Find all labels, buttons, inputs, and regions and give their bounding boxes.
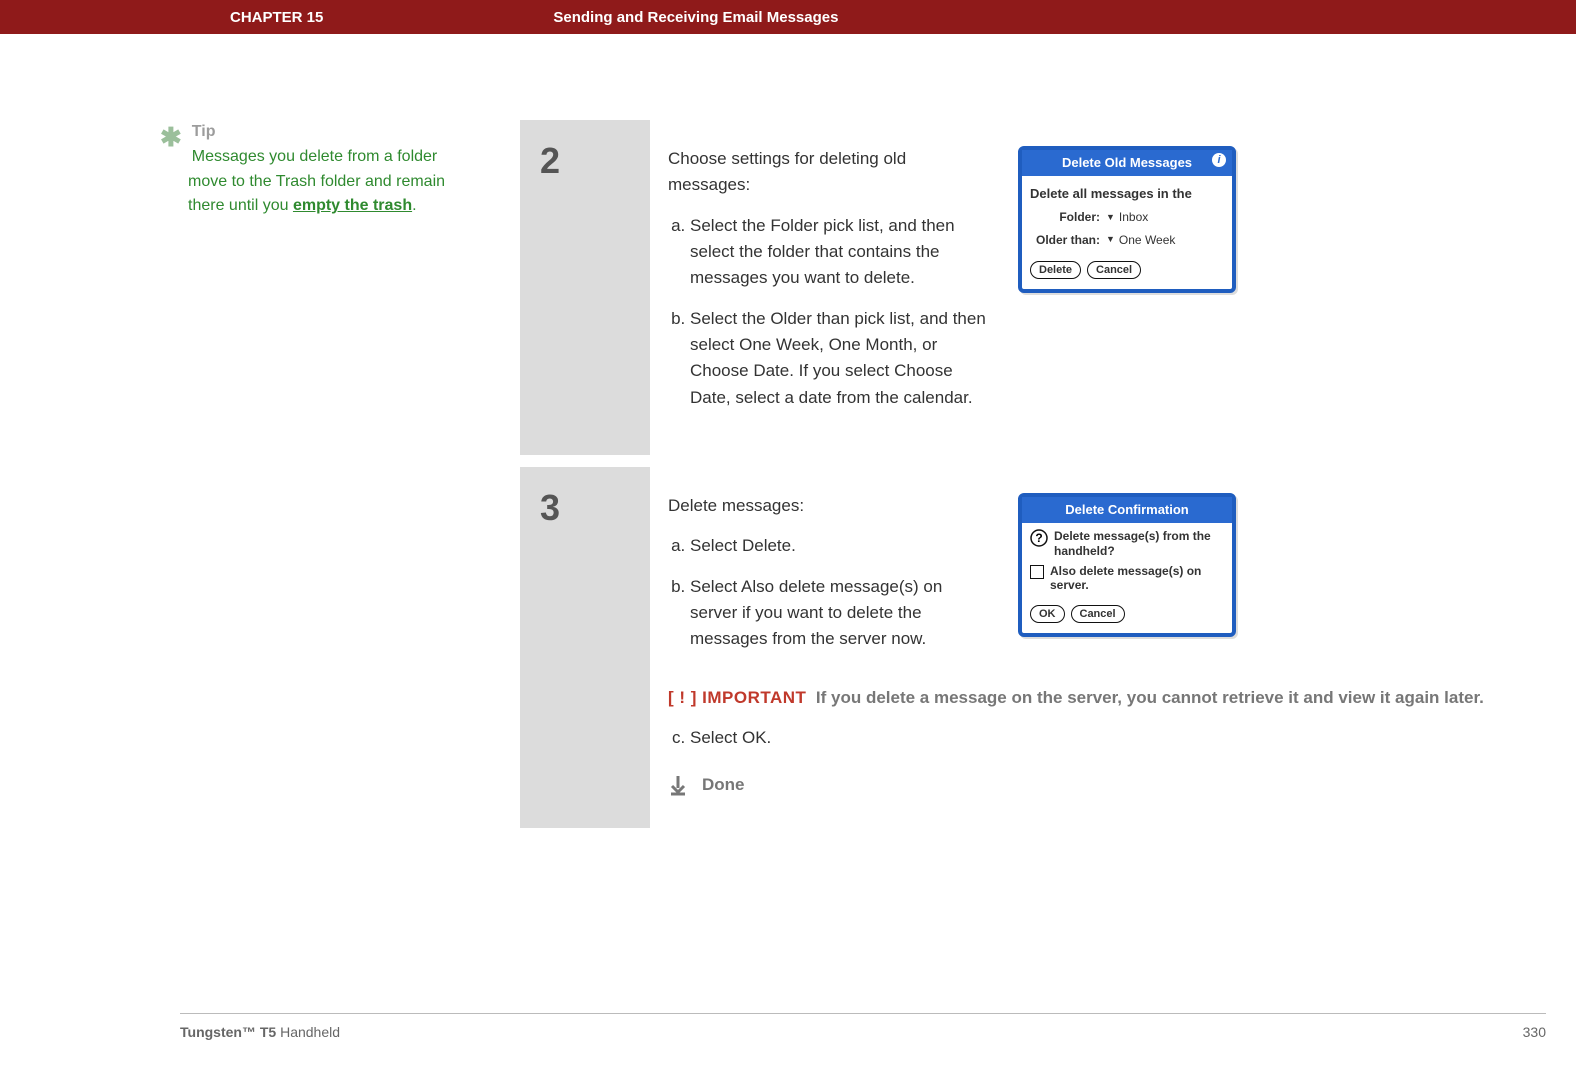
folder-label: Folder:	[1030, 208, 1100, 227]
page-number: 330	[1523, 1024, 1546, 1040]
info-icon[interactable]: i	[1212, 153, 1226, 167]
step3-item-a: Select Delete.	[690, 533, 988, 559]
step3-item-b: Select Also delete message(s) on server …	[690, 574, 988, 653]
also-delete-server-checkbox[interactable]	[1030, 565, 1044, 579]
product-name: Tungsten™ T5 Handheld	[180, 1024, 340, 1040]
tip-body-post: .	[412, 197, 416, 214]
dialog1-title-text: Delete Old Messages	[1062, 155, 1192, 170]
step-number-3: 3	[520, 467, 650, 828]
svg-text:?: ?	[1035, 531, 1042, 545]
page-title: Sending and Receiving Email Messages	[323, 9, 838, 26]
step3-lead: Delete messages:	[668, 493, 988, 519]
tip-sidebar: ✱ Tip Messages you delete from a folder …	[160, 120, 460, 828]
asterisk-icon: ✱	[160, 117, 182, 157]
question-icon: ?	[1030, 529, 1048, 553]
page-header: CHAPTER 15 Sending and Receiving Email M…	[0, 0, 1576, 34]
step2-lead: Choose settings for deleting old message…	[668, 146, 988, 199]
important-label: [ ! ] IMPORTANT	[668, 688, 806, 707]
ok-button[interactable]: OK	[1030, 605, 1065, 623]
empty-trash-link[interactable]: empty the trash	[293, 197, 412, 214]
step3-list-c: Select OK.	[668, 725, 1516, 751]
dialog1-title: Delete Old Messages i	[1022, 150, 1232, 176]
steps-panel: 2 Choose settings for deleting old messa…	[520, 120, 1546, 828]
tip-heading: Tip	[192, 123, 216, 140]
delete-confirmation-dialog: Delete Confirmation ?	[1018, 493, 1236, 637]
down-arrow-icon	[668, 774, 688, 796]
step-number-2: 2	[520, 120, 650, 455]
done-label: Done	[702, 772, 745, 798]
product-name-rest: Handheld	[276, 1024, 340, 1040]
older-than-picklist[interactable]: ▼ One Week	[1106, 231, 1175, 250]
tip-body: Messages you delete from a folder move t…	[188, 145, 460, 219]
dialog2-title: Delete Confirmation	[1022, 497, 1232, 523]
step3-item-c: Select OK.	[690, 725, 1516, 751]
older-than-value: One Week	[1119, 231, 1175, 250]
dialog1-subhead: Delete all messages in the	[1030, 184, 1224, 204]
step-3: 3 Delete messages: Select Delete. Select…	[520, 467, 1546, 828]
dialog2-question: Delete message(s) from the handheld?	[1054, 529, 1224, 558]
step2-item-b: Select the Older than pick list, and the…	[690, 306, 988, 411]
older-than-label: Older than:	[1030, 231, 1100, 250]
folder-picklist[interactable]: ▼ Inbox	[1106, 208, 1148, 227]
step3-list-ab: Select Delete. Select Also delete messag…	[668, 533, 988, 652]
step-2: 2 Choose settings for deleting old messa…	[520, 120, 1546, 455]
step2-list: Select the Folder pick list, and then se…	[668, 213, 988, 411]
important-text: If you delete a message on the server, y…	[816, 688, 1484, 707]
delete-button[interactable]: Delete	[1030, 261, 1081, 279]
step2-item-a: Select the Folder pick list, and then se…	[690, 213, 988, 292]
delete-old-messages-dialog: Delete Old Messages i Delete all message…	[1018, 146, 1236, 293]
also-delete-server-label: Also delete message(s) on server.	[1050, 564, 1224, 593]
dialog2-title-text: Delete Confirmation	[1065, 502, 1189, 517]
product-name-bold: Tungsten™ T5	[180, 1024, 276, 1040]
page-footer: Tungsten™ T5 Handheld 330	[180, 1013, 1546, 1040]
important-note: [ ! ] IMPORTANT If you delete a message …	[668, 685, 1516, 711]
chapter-label: CHAPTER 15	[0, 9, 323, 26]
done-row: Done	[668, 772, 1516, 798]
cancel-button[interactable]: Cancel	[1087, 261, 1141, 279]
cancel-button[interactable]: Cancel	[1071, 605, 1125, 623]
folder-value: Inbox	[1119, 208, 1148, 227]
chevron-down-icon: ▼	[1106, 211, 1115, 225]
chevron-down-icon: ▼	[1106, 233, 1115, 247]
